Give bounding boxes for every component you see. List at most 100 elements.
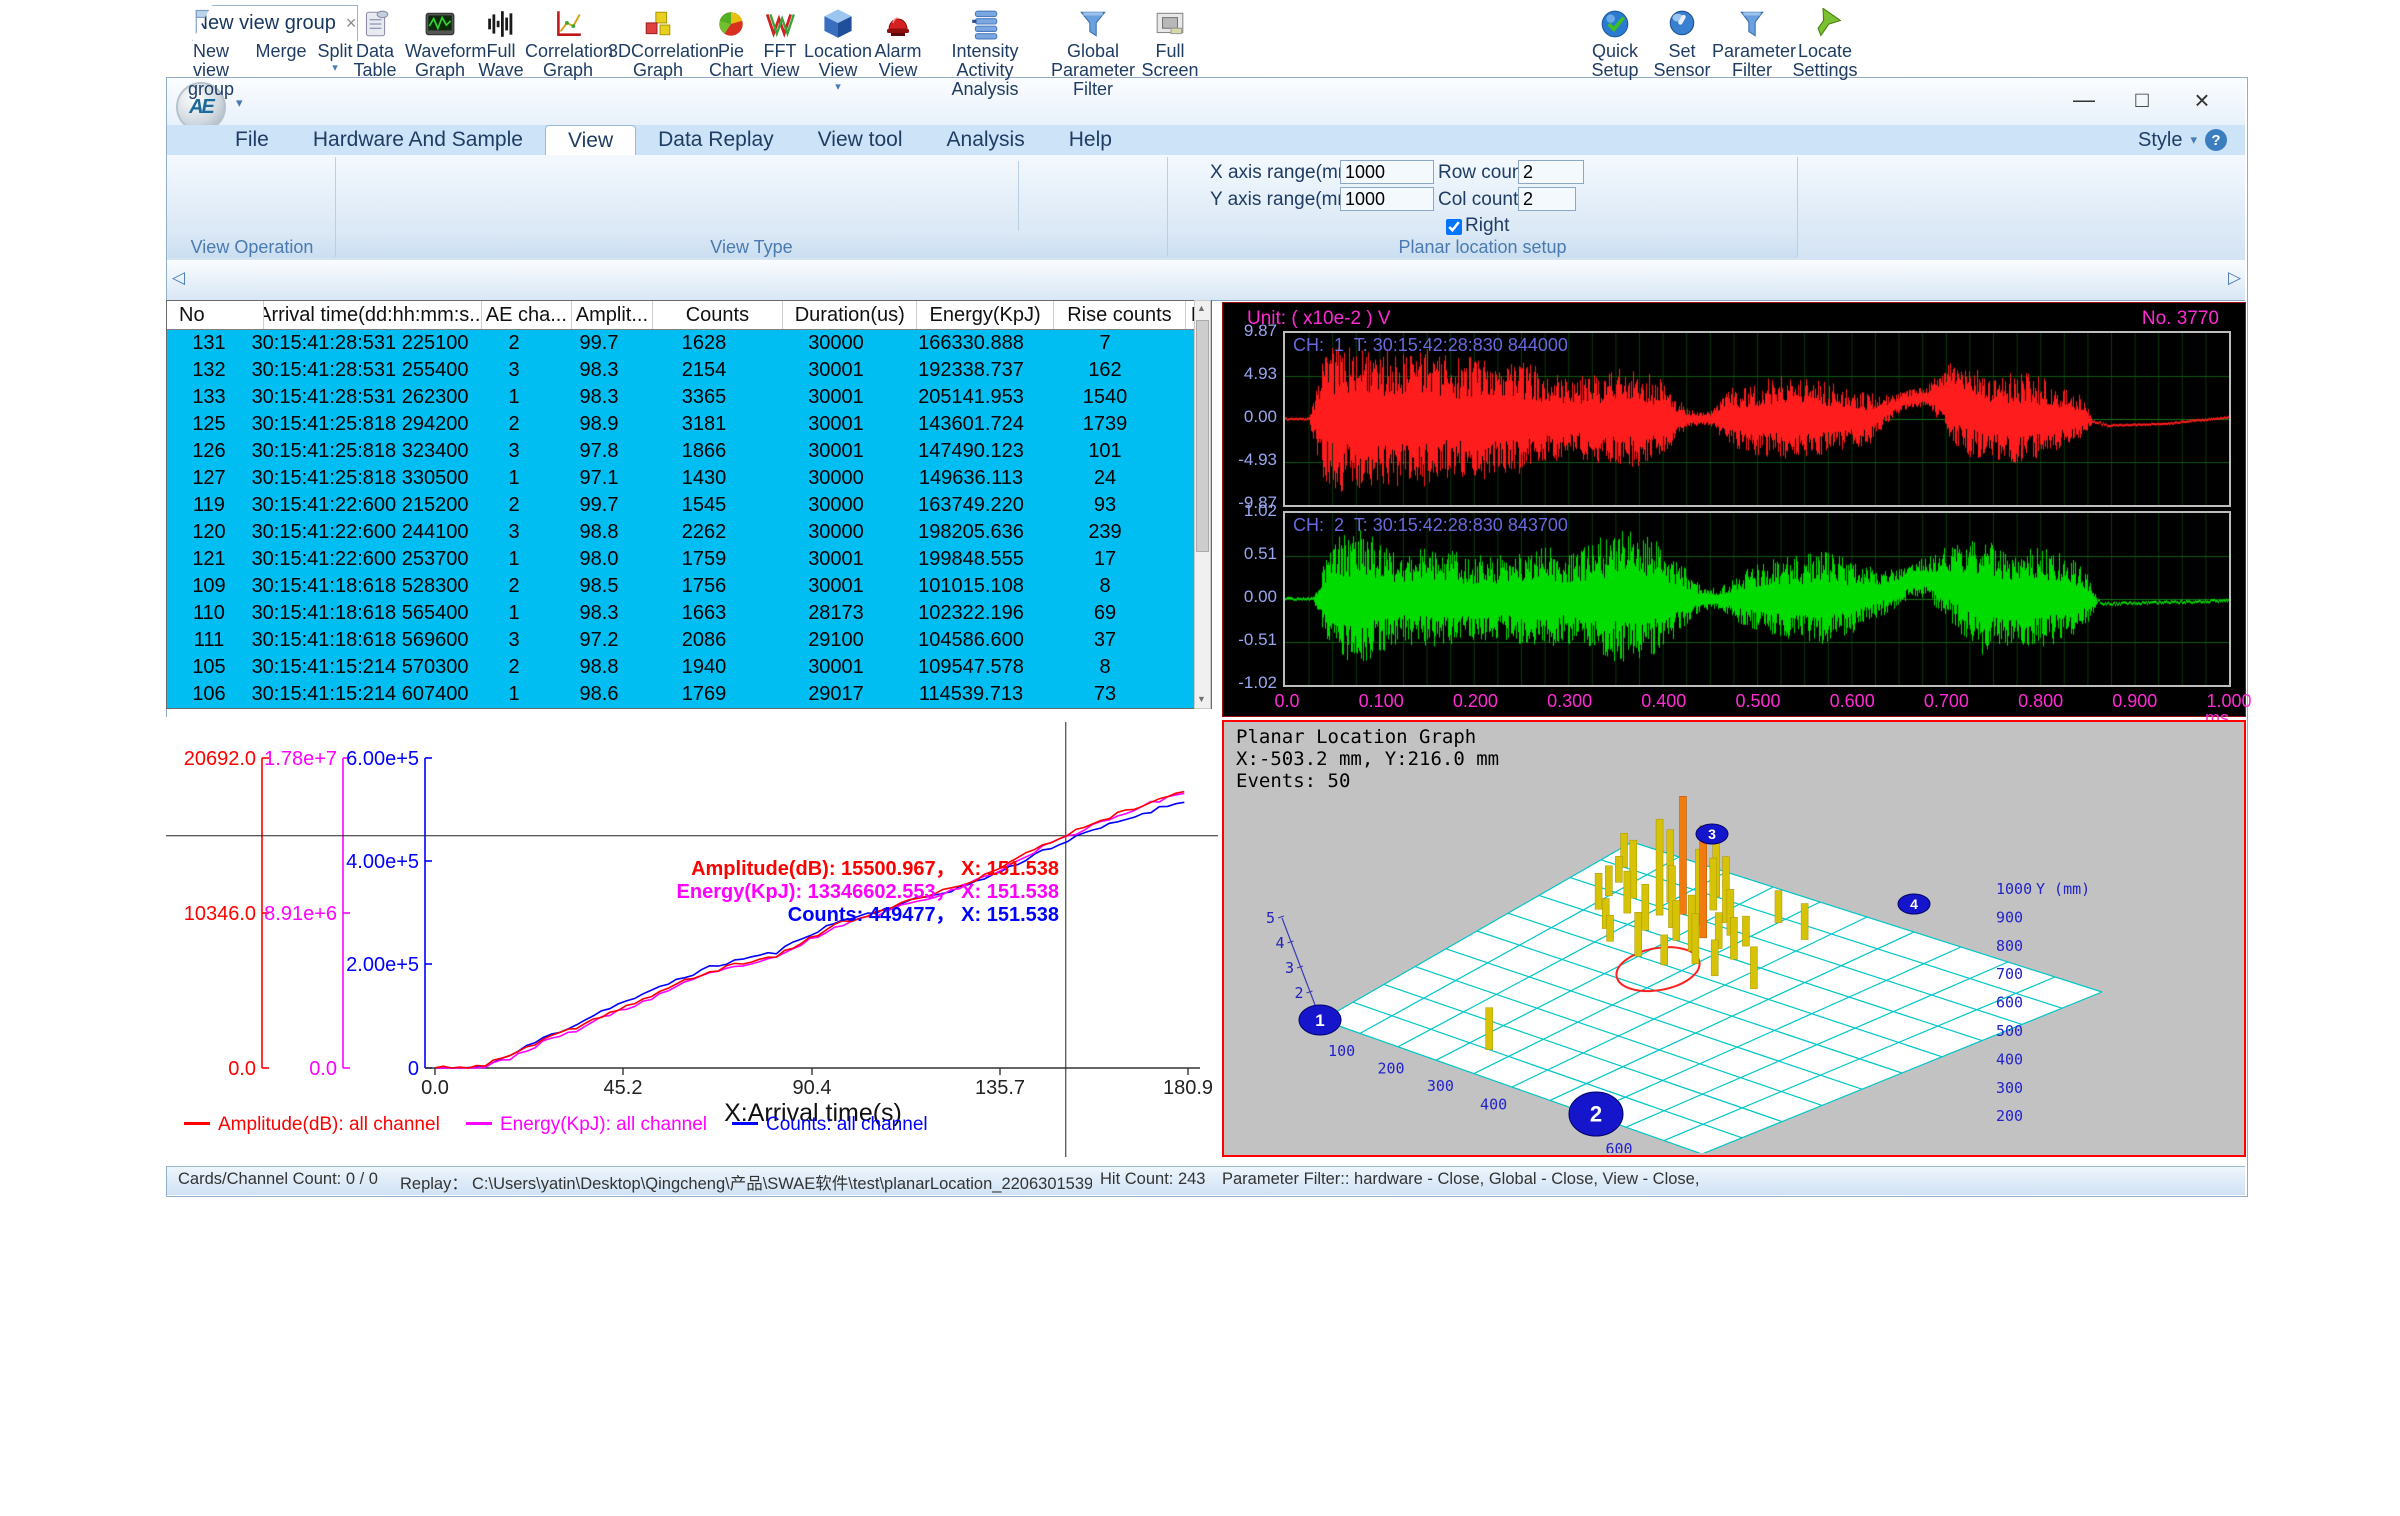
table-cell <box>1171 411 1195 438</box>
ribbon-button-label: Merge <box>255 42 306 61</box>
ribbon-button-pie-chart[interactable]: Pie Chart <box>708 4 754 80</box>
x-axis-range-input[interactable] <box>1340 160 1434 184</box>
table-row[interactable]: 10530:15:41:15:214 570300298.81940300011… <box>167 654 1211 681</box>
status-replay-label: Replay： <box>400 1170 468 1194</box>
column-header[interactable]: No <box>167 301 264 329</box>
table-cell <box>1171 600 1195 627</box>
location-view-caret-icon: ▾ <box>835 80 841 93</box>
menu-item-view-tool[interactable]: View tool <box>796 125 925 155</box>
table-row[interactable]: 12030:15:41:22:600 244100398.82262300001… <box>167 519 1211 546</box>
style-caret-icon[interactable]: ▾ <box>2190 132 2197 148</box>
planar-y-tick: 600 <box>1996 994 2023 1012</box>
y-axis-range-input[interactable] <box>1340 187 1434 211</box>
ribbon-button-label: Locate Settings <box>1790 42 1860 80</box>
ribbon-button-label: Parameter Filter <box>1712 42 1792 80</box>
tab-close-icon[interactable]: × <box>346 13 357 34</box>
correlation-graph-icon <box>552 4 584 40</box>
menu-item-file[interactable]: File <box>213 125 291 155</box>
column-header[interactable]: Arrival time(dd:hh:mm:s... <box>264 301 482 329</box>
minimize-icon: — <box>2073 87 2095 113</box>
scroll-up-icon[interactable]: ▲ <box>1196 303 1207 313</box>
table-cell <box>1171 438 1195 465</box>
ribbon-button-correlation-graph[interactable]: Correlation Graph <box>528 4 608 80</box>
waveform-panel[interactable]: Unit: ( x10e-2 ) V No. 3770 CH: 1 T: 30:… <box>1222 302 2246 717</box>
column-header[interactable]: Rise counts <box>1054 301 1186 329</box>
menu-item-view[interactable]: View <box>545 125 636 155</box>
intensity-activity-icon <box>969 4 1001 40</box>
menu-item-hardware-and-sample[interactable]: Hardware And Sample <box>291 125 545 155</box>
group-label-planar-setup: Planar location setup <box>1168 236 1797 258</box>
table-row[interactable]: 11030:15:41:18:618 565400198.31663281731… <box>167 600 1211 627</box>
help-icon[interactable]: ? <box>2205 129 2227 151</box>
ribbon-button-quick-setup[interactable]: Quick Setup <box>1586 4 1644 80</box>
maximize-button[interactable]: □ <box>2120 84 2164 116</box>
table-row[interactable]: 10930:15:41:18:618 528300298.51756300011… <box>167 573 1211 600</box>
column-header[interactable]: Amplit... <box>572 301 653 329</box>
history-y-tick: 2.00e+5 <box>346 954 419 976</box>
ribbon-button-global-parameter-filter[interactable]: Global Parameter Filter <box>1048 4 1138 99</box>
right-checkbox[interactable] <box>1446 219 1462 235</box>
ribbon-button-set-sensor[interactable]: Set Sensor <box>1652 4 1712 80</box>
table-row[interactable]: 12630:15:41:25:818 323400397.81866300011… <box>167 438 1211 465</box>
ribbon-button-fft-view[interactable]: FFT View <box>758 4 802 80</box>
waveform-x-tick: 0.300 <box>1547 691 1592 712</box>
column-header[interactable]: AE cha... <box>482 301 573 329</box>
ribbon-button-locate-settings[interactable]: Locate Settings <box>1792 4 1858 80</box>
ribbon-button-label: FFT View <box>758 42 802 80</box>
table-row[interactable]: 13130:15:41:28:531 225100299.71628300001… <box>167 330 1211 357</box>
table-row[interactable]: 11930:15:41:22:600 215200299.71545300001… <box>167 492 1211 519</box>
minimize-button[interactable]: — <box>2062 84 2106 116</box>
history-chart-panel[interactable]: 20692.010346.00.01.78e+78.91e+60.06.00e+… <box>166 717 1222 1166</box>
table-row[interactable]: 13330:15:41:28:531 262300198.33365300012… <box>167 384 1211 411</box>
planar-location-panel[interactable]: 543211002003004006001000Y (mm)9008007006… <box>1222 720 2246 1157</box>
table-row[interactable]: 12530:15:41:25:818 294200298.93181300011… <box>167 411 1211 438</box>
ribbon-button-alarm-view[interactable]: Alarm View <box>874 4 922 80</box>
table-cell: 166330.888 <box>903 330 1039 357</box>
pie-chart-icon <box>715 4 747 40</box>
table-row[interactable]: 11130:15:41:18:618 569600397.22086291001… <box>167 627 1211 654</box>
scrollbar-thumb[interactable] <box>1196 320 1209 552</box>
style-menu[interactable]: Style <box>2138 129 2182 152</box>
parameter-filter-icon <box>1736 4 1768 40</box>
table-cell: 126 <box>167 438 251 465</box>
table-cell: 99.7 <box>559 492 639 519</box>
table-cell <box>1171 384 1195 411</box>
table-row[interactable]: 10630:15:41:15:214 607400198.61769290171… <box>167 681 1211 708</box>
table-row[interactable]: 12130:15:41:22:600 253700198.01759300011… <box>167 546 1211 573</box>
tab-scroll-left-icon[interactable]: ◁ <box>172 268 185 288</box>
menu-item-analysis[interactable]: Analysis <box>925 125 1047 155</box>
waveform-ch2-plot[interactable]: CH: 2 T: 30:15:42:28:830 843700 <box>1283 511 2231 687</box>
tab-new-view-group[interactable]: New view group × <box>192 5 358 41</box>
ribbon-button-location-view[interactable]: Location View ▾ <box>806 4 870 93</box>
data-table-panel[interactable]: NoArrival time(dd:hh:mm:s...AE cha...Amp… <box>166 300 1212 709</box>
table-row[interactable]: 12730:15:41:25:818 330500197.11430300001… <box>167 465 1211 492</box>
ribbon-button-full-wave[interactable]: Full Wave <box>478 4 524 80</box>
col-count-input[interactable] <box>1518 187 1576 211</box>
scroll-down-icon[interactable]: ▼ <box>1196 694 1207 704</box>
ribbon-button-intensity-activity-analysis[interactable]: Intensity Activity Analysis <box>926 4 1044 99</box>
table-cell: 3 <box>469 357 559 384</box>
column-header[interactable]: Counts <box>653 301 783 329</box>
waveform-y-tick: 0.00 <box>1223 407 1277 427</box>
event-bar <box>1775 891 1782 923</box>
history-y-tick: 20692.0 <box>184 748 256 770</box>
ribbon-button-full-screen[interactable]: Full Screen <box>1142 4 1198 80</box>
column-header[interactable]: Duration(us) <box>783 301 917 329</box>
ribbon-button-parameter-filter[interactable]: Parameter Filter <box>1716 4 1788 80</box>
menu-item-data-replay[interactable]: Data Replay <box>636 125 796 155</box>
table-cell: 8 <box>1039 654 1171 681</box>
menu-item-help[interactable]: Help <box>1047 125 1134 155</box>
column-header[interactable]: Energy(KpJ) <box>917 301 1053 329</box>
group-label-view-operation: View Operation <box>168 236 336 258</box>
table-cell <box>1171 654 1195 681</box>
row-count-input[interactable] <box>1518 160 1584 184</box>
ribbon-button-waveform-graph[interactable]: Waveform Graph <box>406 4 474 80</box>
table-cell: 30:15:41:18:618 565400 <box>251 600 469 627</box>
waveform-ch1-plot[interactable]: CH: 1 T: 30:15:42:28:830 844000 <box>1283 331 2231 507</box>
table-row[interactable]: 13230:15:41:28:531 255400398.32154300011… <box>167 357 1211 384</box>
ribbon-button-3dcorrelation-graph[interactable]: 3DCorrelation Graph <box>612 4 704 80</box>
close-button[interactable]: × <box>2178 84 2226 116</box>
event-bar <box>1801 904 1808 940</box>
tab-scroll-right-icon[interactable]: ▷ <box>2228 268 2241 288</box>
right-checkbox-label: Right <box>1465 215 1509 237</box>
